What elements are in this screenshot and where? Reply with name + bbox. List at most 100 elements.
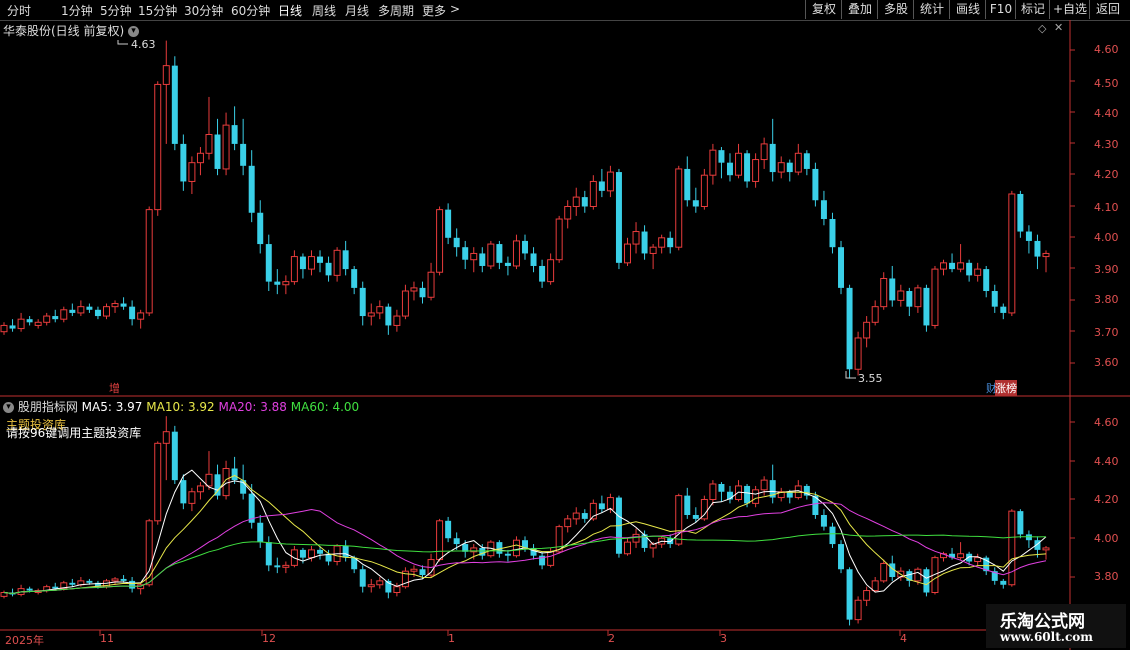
indicator-candle [265,542,272,566]
diamond-icon[interactable]: ◇ [1038,22,1046,35]
main-candle [0,324,8,333]
y-tick: 4.20 [1094,168,1119,181]
close-icon[interactable]: ✕ [1054,21,1063,34]
main-candle [317,256,324,263]
indicator-candle [606,497,614,510]
main-candle [111,303,119,308]
indicator-candle [26,588,33,591]
x-tick: 2 [608,632,615,645]
main-candle [1034,240,1041,257]
main-candle [983,269,990,292]
stock-title: 华泰股份(日线 前复权) ▾ [3,22,140,39]
high-pointer [117,40,128,45]
main-candle [325,262,332,276]
main-candle [307,256,315,270]
main-candle [453,237,460,248]
indicator-candle [86,580,93,583]
y-tick: 3.60 [1094,356,1119,369]
indicator-name[interactable]: 股朋指标网 [18,400,78,414]
main-candle [522,240,528,254]
main-candle [9,325,16,329]
indicator-candle [214,474,221,496]
main-candle [555,218,563,261]
indicator-candle [871,580,879,592]
indicator-candle [923,569,930,593]
low-price-label: 3.55 [858,372,883,385]
main-candle [367,312,375,317]
chevron-down-icon[interactable]: ▾ [3,402,14,413]
y-tick: 4.40 [1094,107,1119,120]
main-candle [43,315,51,323]
main-candle [427,271,435,298]
indicator-candle [581,513,588,519]
marker-zeng: 增 [109,382,120,395]
indicator-header: ▾ 股朋指标网 MA5: 3.97 MA10: 3.92 MA20: 3.88 … [3,398,359,415]
ma5-label: MA5: 3.97 [81,400,143,414]
indicator-candle [162,431,170,444]
main-candle [359,287,366,317]
indicator-candle [307,549,315,559]
indicator-candle [180,480,187,504]
main-candle [880,277,888,308]
main-candle [838,247,845,288]
indicator-candle [154,442,162,522]
chevron-down-icon[interactable]: ▾ [128,26,140,37]
main-candle [957,262,965,270]
indicator-candles [0,416,1050,626]
y-tick: 3.70 [1094,326,1119,339]
indicator-candle [257,522,264,543]
main-candle [351,269,358,288]
main-candle [60,309,68,320]
indicator-candle [1042,547,1050,551]
indicator-candle [445,520,452,539]
indicator-candle [752,489,760,504]
main-candle [419,287,426,298]
main-candle [462,247,469,260]
main-candle [436,209,444,273]
indicator-candle [188,491,196,504]
indicator-candle [880,562,888,582]
main-candle [931,268,939,326]
main-candle [854,337,862,370]
main-candle [726,162,733,176]
indicator-candle [367,584,375,588]
main-candle [222,124,230,170]
main-candle [496,244,503,263]
indicator-candle [512,539,520,557]
main-candle [162,65,170,85]
main-candle [940,262,947,270]
indicator-candle [820,515,827,527]
y-tick: 4.00 [1094,532,1119,545]
high-price-label: 4.63 [131,38,156,51]
indicator-candle [129,580,136,589]
main-candle [248,165,255,213]
main-candle [410,287,418,292]
main-candle [547,259,555,283]
y-tick: 4.10 [1094,201,1119,214]
indicator-candle [145,520,153,586]
main-candle [34,321,42,326]
main-candle [889,278,896,301]
main-candle [342,250,349,270]
indicator-candle [1017,511,1024,535]
main-candle [564,206,572,220]
main-candle [240,143,247,166]
indicator-candle [838,544,845,570]
kline-chart[interactable] [0,0,1130,650]
y-tick: 3.90 [1094,263,1119,276]
main-candle [1025,231,1032,241]
main-candle [214,134,221,169]
x-tick: 1 [448,632,455,645]
indicator-candle [547,551,555,566]
main-candle [649,246,657,254]
main-candle [744,153,751,182]
theme-library-hint: 请按96键调用主题投资库 [6,426,142,440]
main-candle [735,152,743,176]
main-candle [504,262,511,266]
main-candle [77,306,85,314]
main-candle [846,287,853,370]
main-candle [606,171,614,192]
main-candle [376,306,384,314]
main-candle [581,197,588,207]
main-candle [94,309,101,317]
